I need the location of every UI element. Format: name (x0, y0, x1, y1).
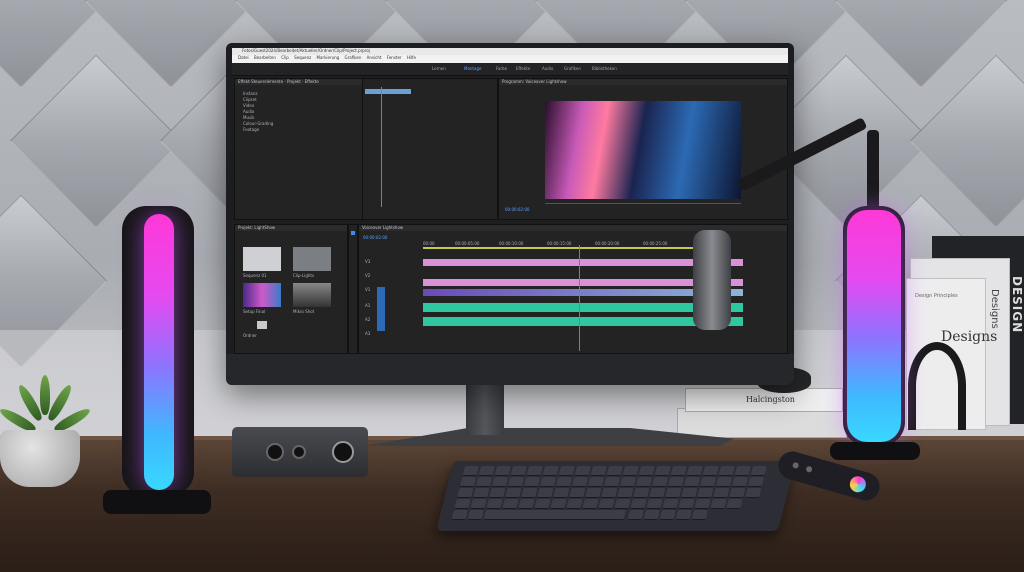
menu-item[interactable]: Sequenz (294, 55, 311, 60)
workspace-tab[interactable]: Grafiken (564, 66, 581, 71)
book-stack-title: Halcingston (746, 395, 795, 404)
track-label: V3 (365, 259, 371, 264)
menu-item[interactable]: Bearbeiten (254, 55, 276, 60)
project-panel: Projekt: LightShow Sequenz 01 Clip-Light… (234, 224, 348, 354)
source-item[interactable]: Video (243, 103, 254, 108)
ruler-label: 00:00 (423, 241, 435, 246)
thumb-label: Mikro Shot (293, 309, 315, 314)
book-stack-top: Halcingston (685, 388, 843, 412)
thumb-label: Setup Final (243, 309, 266, 314)
headphone-stand (908, 342, 966, 430)
source-item[interactable]: Clipset (243, 97, 257, 102)
ruler-label: 00:00:10:00 (499, 241, 524, 246)
selection-tool-icon[interactable] (351, 231, 355, 235)
menu-item[interactable]: Fenster (387, 55, 402, 60)
title-bar: Fotos/Guest2024/Bearbeitet/Aktueller/Ord… (232, 48, 788, 55)
window-title: Fotos/Guest2024/Bearbeitet/Aktueller/Ord… (242, 48, 370, 53)
track-label: A3 (365, 331, 371, 336)
source-item[interactable]: Colour-Grading (243, 121, 273, 126)
book-stack-bottom (677, 408, 847, 438)
thumb[interactable] (243, 247, 281, 271)
thumb[interactable] (293, 283, 331, 307)
workspace-tab[interactable]: Farbe (496, 66, 507, 71)
ruler-label: 00:00:05:00 (455, 241, 480, 246)
light-bar-right-base (830, 442, 920, 460)
program-timecode: 00:00:02:00 (505, 207, 530, 212)
track-label: V2 (365, 273, 371, 278)
project-title: Projekt: LightShow (235, 225, 347, 231)
folder-icon[interactable] (257, 321, 267, 329)
thumb[interactable] (293, 247, 331, 271)
panel-tab[interactable]: Effekt-Steuerelemente (238, 79, 283, 84)
source-panel-tabs[interactable]: Effekt-Steuerelemente · Projekt · Effekt… (235, 79, 363, 85)
workspace-tab[interactable]: Lernen (432, 66, 446, 71)
ruler-label: 00:00:15:00 (547, 241, 572, 246)
keyboard-keys (450, 466, 785, 526)
timeline-timecode: 00:00:02:00 (363, 235, 388, 240)
menu-item[interactable]: Hilfe (407, 55, 416, 60)
audio-interface (232, 427, 368, 477)
program-video-frame (545, 101, 741, 199)
book-spine-text: DESIGN (1010, 276, 1024, 334)
track-label: A2 (365, 317, 371, 322)
thumb-label: Sequenz 01 (243, 273, 267, 278)
panel-tab[interactable]: Projekt (287, 79, 301, 84)
workspace-tab[interactable]: Effekte (516, 66, 530, 71)
ruler-label: 00:00:25:00 (643, 241, 668, 246)
workspace-tabs: Lernen Montage Farbe Effekte Audio Grafi… (232, 63, 788, 76)
program-monitor: Programm: Voiceover Lightshow 00:00:02:0… (498, 78, 788, 220)
monitor-bezel-bottom (226, 354, 794, 385)
menu-bar[interactable]: Datei Bearbeiten Clip Sequenz Markierung… (232, 55, 788, 63)
thumb-label: Ordner (243, 333, 257, 338)
light-bar-left-base (103, 490, 211, 514)
book-front-sub: Design Principles (915, 293, 958, 299)
track-label: V1 (365, 287, 371, 292)
source-item[interactable]: Audio (243, 109, 254, 114)
book-title: Designs (989, 289, 1000, 329)
track-target[interactable] (377, 287, 385, 331)
menu-item[interactable]: Datei (238, 55, 249, 60)
menu-item[interactable]: Grafiken (345, 55, 362, 60)
menu-item[interactable]: Clip (281, 55, 289, 60)
menu-item[interactable]: Markierung (317, 55, 340, 60)
ruler-label: 00:00:20:00 (595, 241, 620, 246)
monitor-stand-neck (466, 383, 504, 435)
plant-pot (0, 430, 80, 487)
thumb-label: Clip-Lights (293, 273, 315, 278)
tools-panel (348, 224, 358, 354)
effect-timeline-panel (362, 78, 498, 220)
workspace-tab[interactable]: Audio (542, 66, 553, 71)
source-item[interactable]: Footage (243, 127, 259, 132)
microphone (693, 230, 731, 330)
menu-item[interactable]: Ansicht (367, 55, 382, 60)
track-label: A1 (365, 303, 371, 308)
source-panel: Effekt-Steuerelemente · Projekt · Effekt… (234, 78, 364, 220)
workspace-tab-active[interactable]: Montage (464, 66, 481, 71)
book-front-title: Designs (941, 329, 998, 345)
source-item[interactable]: Musik (243, 115, 255, 120)
light-bar-left (122, 206, 194, 496)
source-item[interactable]: Instanz (243, 91, 257, 96)
program-title: Programm: Voiceover Lightshow (499, 79, 787, 85)
workspace-tab[interactable]: Bibliotheken (592, 66, 617, 71)
panel-tab[interactable]: Effekte (305, 79, 319, 84)
timeline-playhead[interactable] (579, 245, 580, 351)
light-bar-right (843, 206, 905, 446)
thumb[interactable] (243, 283, 281, 307)
